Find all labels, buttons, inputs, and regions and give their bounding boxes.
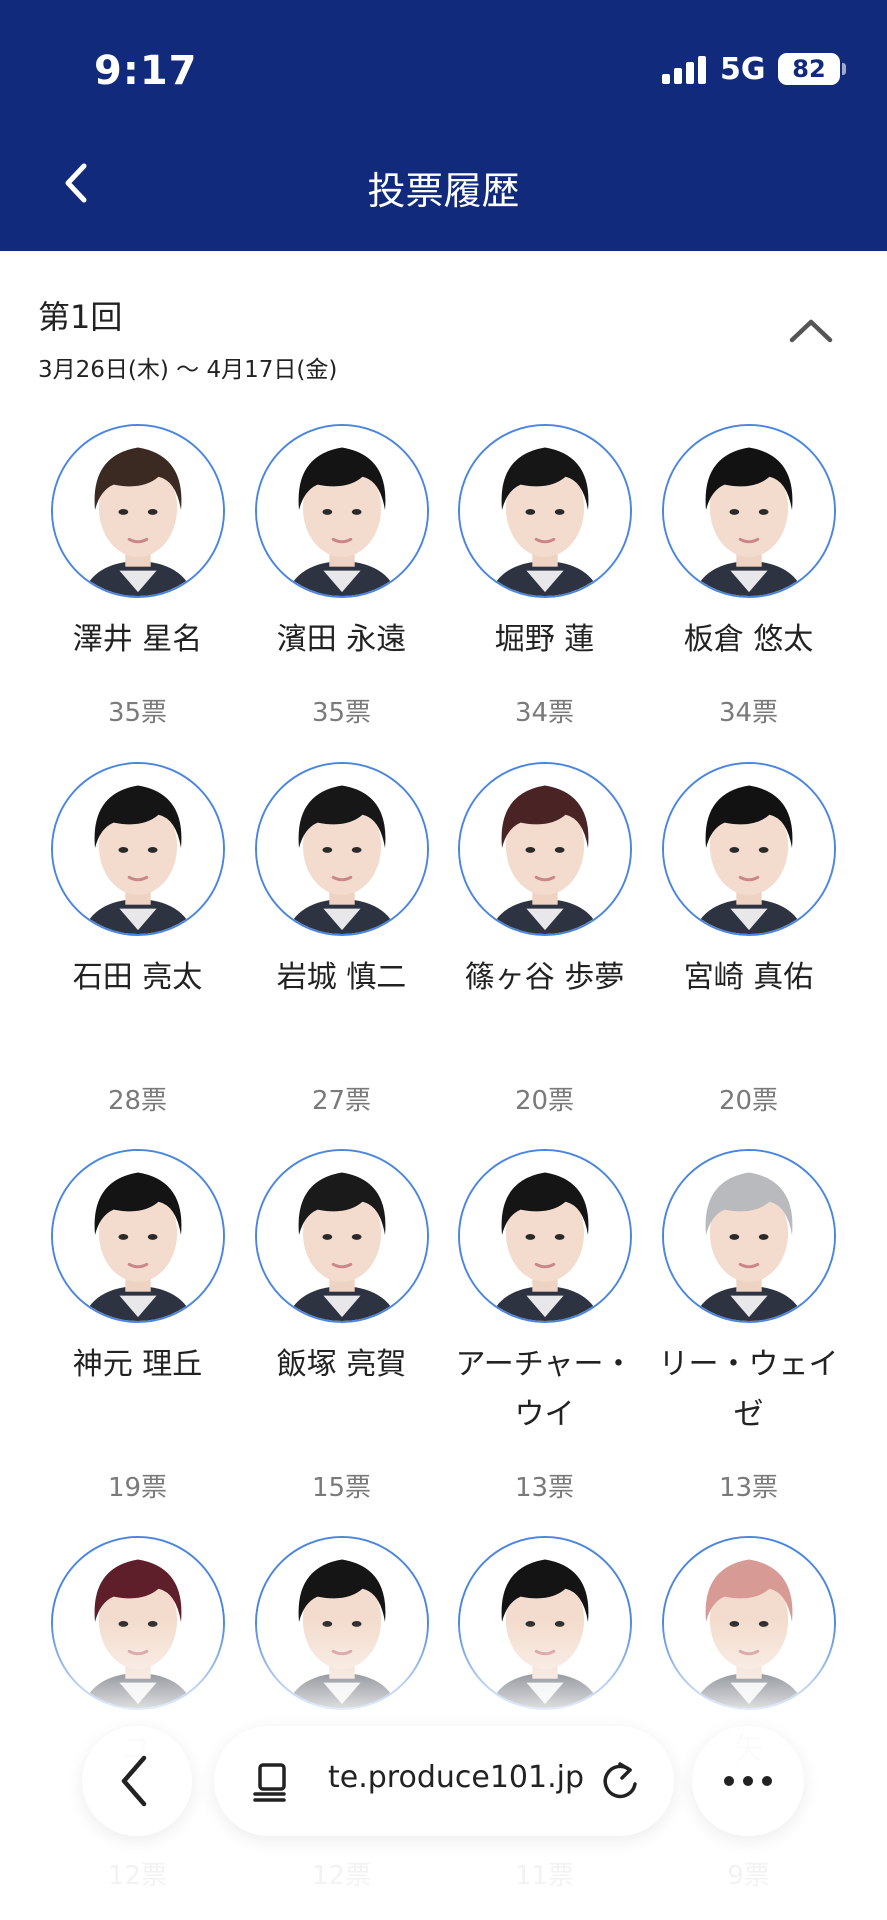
trainee-avatar[interactable] xyxy=(255,1149,429,1323)
trainee-avatar[interactable] xyxy=(51,1149,225,1323)
trainee-votes: 13票 xyxy=(718,1473,779,1503)
trainee-name: 篠ヶ谷 歩夢 xyxy=(464,960,625,995)
browser-toolbar: te.produce101.jp xyxy=(0,1722,887,1842)
trainee-name: 石田 亮太 xyxy=(72,960,203,995)
trainee-avatar[interactable] xyxy=(458,1149,632,1323)
browser-back-button[interactable] xyxy=(82,1726,192,1836)
trainee-name: 飯塚 亮賀 xyxy=(276,1347,407,1382)
reload-icon[interactable] xyxy=(600,1760,640,1802)
trainee-avatar[interactable] xyxy=(662,1149,836,1323)
trainee-votes: 28票 xyxy=(107,1086,168,1116)
trainee-name: アーチャー・ウイ xyxy=(455,1347,634,1432)
trainee-votes: 35票 xyxy=(107,698,168,728)
trainee-avatar[interactable] xyxy=(51,424,225,598)
trainee-votes: 34票 xyxy=(718,698,779,728)
trainee-name: リー・ウェイゼ xyxy=(658,1347,839,1432)
trainee-avatar[interactable] xyxy=(458,424,632,598)
trainee-name: 神元 理丘 xyxy=(72,1347,203,1382)
url-text[interactable]: te.produce101.jp xyxy=(328,1760,584,1795)
trainee-avatar[interactable] xyxy=(255,424,429,598)
chevron-left-icon xyxy=(121,1755,147,1807)
tabs-icon[interactable] xyxy=(252,1762,290,1802)
trainee-name: 澤井 星名 xyxy=(72,622,203,657)
trainee-name: 濱田 永遠 xyxy=(276,622,407,657)
trainee-avatar[interactable] xyxy=(662,424,836,598)
trainee-votes: 27票 xyxy=(311,1086,372,1116)
trainee-avatar[interactable] xyxy=(458,762,632,936)
trainee-votes: 19票 xyxy=(107,1473,168,1503)
more-icon xyxy=(724,1776,772,1786)
trainee-name: 岩城 慎二 xyxy=(276,960,407,995)
trainee-name: 堀野 蓮 xyxy=(494,622,595,657)
trainee-votes: 15票 xyxy=(311,1473,372,1503)
trainee-votes: 34票 xyxy=(514,698,575,728)
trainee-votes: 20票 xyxy=(514,1086,575,1116)
trainee-avatar[interactable] xyxy=(51,762,225,936)
trainee-name: 板倉 悠太 xyxy=(683,622,814,657)
trainee-name: 宮崎 真佑 xyxy=(683,960,814,995)
address-bar[interactable]: te.produce101.jp xyxy=(214,1726,674,1836)
trainee-votes: 35票 xyxy=(311,698,372,728)
trainee-votes: 13票 xyxy=(514,1473,575,1503)
more-button[interactable] xyxy=(692,1726,804,1836)
trainee-avatar[interactable] xyxy=(255,762,429,936)
trainee-votes: 20票 xyxy=(718,1086,779,1116)
trainee-avatar[interactable] xyxy=(662,762,836,936)
